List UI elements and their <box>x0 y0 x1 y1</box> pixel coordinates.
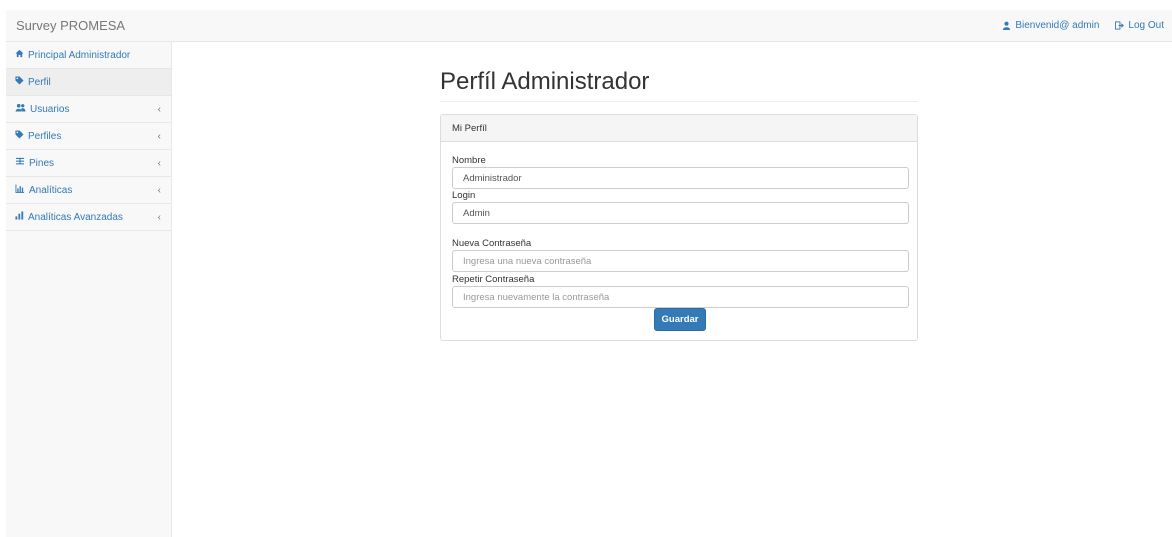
sidebar-item-pines[interactable]: Pines ‹ <box>6 150 171 177</box>
chevron-left-icon: ‹ <box>157 103 161 115</box>
tag-icon <box>15 76 24 88</box>
sidebar-item-analiticas-avanzadas[interactable]: Analíticas Avanzadas ‹ <box>6 204 171 231</box>
sidebar-item-label: Perfil <box>28 76 51 88</box>
nombre-field[interactable] <box>452 167 909 189</box>
logout-link[interactable]: Log Out <box>1107 10 1172 41</box>
barcode-icon <box>15 157 25 169</box>
sidebar-item-label: Analíticas <box>29 184 73 196</box>
sidebar-item-analiticas[interactable]: Analíticas ‹ <box>6 177 171 204</box>
chevron-left-icon: ‹ <box>157 184 161 196</box>
home-icon <box>15 49 24 61</box>
nueva-contrasena-label: Nueva Contraseña <box>452 238 532 249</box>
sidebar-item-label: Analíticas Avanzadas <box>28 211 123 223</box>
sidebar-item-usuarios[interactable]: Usuarios ‹ <box>6 96 171 123</box>
brand-title[interactable]: Survey PROMESA <box>6 18 125 33</box>
top-navbar: Survey PROMESA Bienvenid@ admin Log Out <box>6 10 1172 42</box>
new-password-field[interactable] <box>452 250 909 272</box>
chevron-left-icon: ‹ <box>157 157 161 169</box>
sidebar-item-perfil[interactable]: Perfil <box>6 69 171 96</box>
bar-chart-icon <box>15 184 25 196</box>
repeat-password-field[interactable] <box>452 286 909 308</box>
chevron-left-icon: ‹ <box>157 130 161 142</box>
sidebar-item-label: Pines <box>29 157 55 169</box>
page: Survey PROMESA Bienvenid@ admin Log Out <box>0 0 1172 537</box>
login-label: Login <box>452 190 476 201</box>
repetir-contrasena-label: Repetir Contraseña <box>452 274 535 285</box>
sidebar-item-label: Usuarios <box>30 103 70 115</box>
navbar-right: Bienvenid@ admin Log Out <box>994 10 1172 41</box>
user-greeting: Bienvenid@ admin <box>1015 20 1100 31</box>
logout-label: Log Out <box>1128 20 1164 31</box>
sidebar-item-label: Principal Administrador <box>28 49 131 61</box>
sidebar-item-perfiles[interactable]: Perfiles ‹ <box>6 123 171 150</box>
login-field[interactable] <box>452 202 909 224</box>
sidebar: Principal Administrador Perfil Usuarios … <box>6 42 172 537</box>
nombre-label: Nombre <box>452 155 486 166</box>
chevron-left-icon: ‹ <box>157 211 161 223</box>
profile-panel: Mi Perfíl Nombre Login Nueva Contraseña … <box>440 114 918 341</box>
page-title: Perfíl Administrador <box>440 68 918 102</box>
logout-icon <box>1115 21 1125 30</box>
signal-icon <box>15 211 24 223</box>
panel-heading: Mi Perfíl <box>441 115 917 142</box>
user-menu[interactable]: Bienvenid@ admin <box>994 10 1107 41</box>
sidebar-item-label: Perfiles <box>28 130 62 142</box>
users-icon <box>15 103 26 115</box>
save-button[interactable]: Guardar <box>654 308 706 331</box>
tag-icon <box>15 130 24 142</box>
sidebar-item-principal[interactable]: Principal Administrador <box>6 42 171 69</box>
user-icon <box>1002 21 1011 30</box>
